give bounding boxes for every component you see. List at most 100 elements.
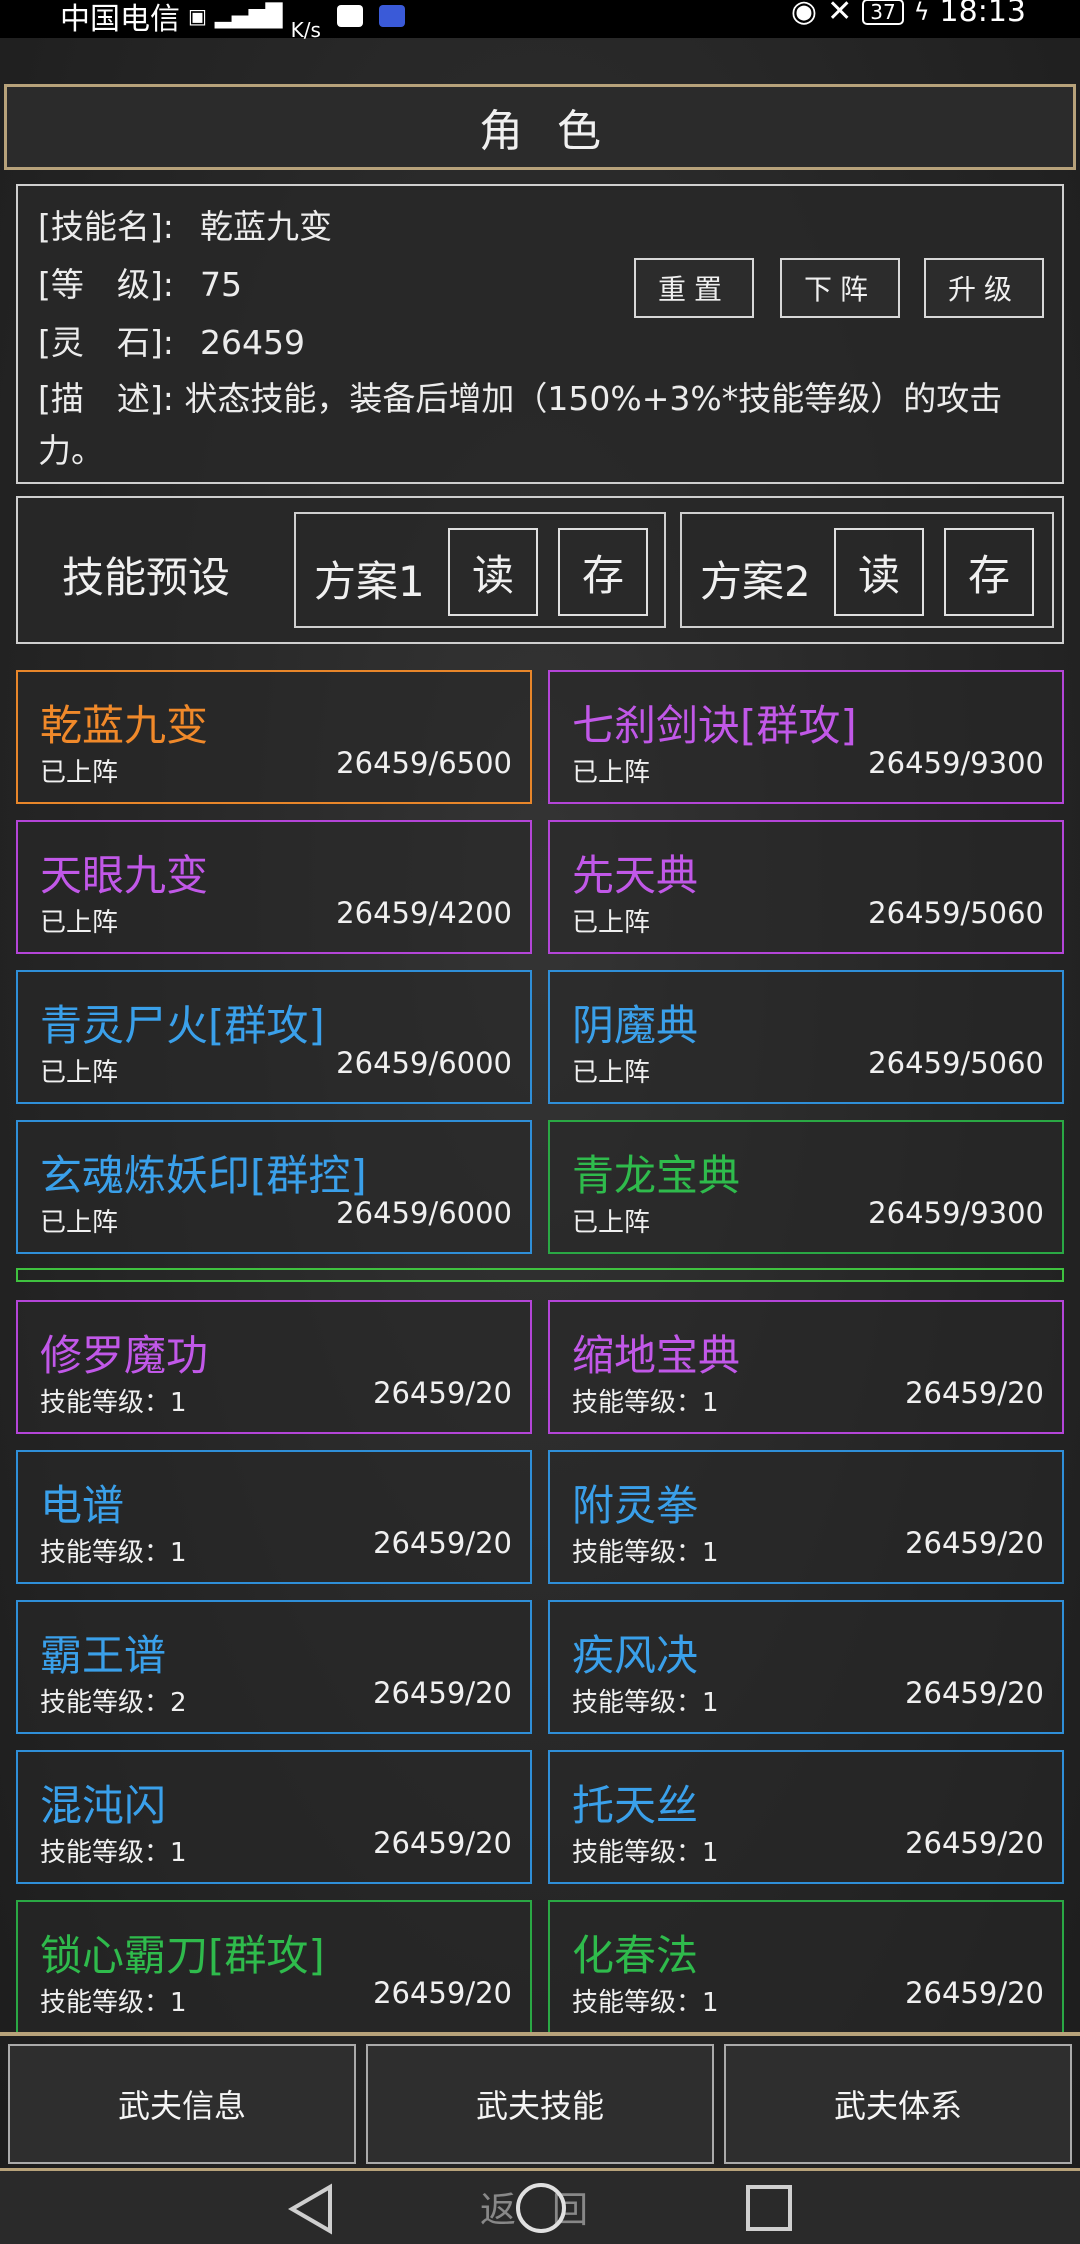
skill-card-status: 技能等级：2 [40,1688,187,1718]
skill-card[interactable]: 玄魂炼妖印[群控] 已上阵 26459/6000 [16,1120,532,1254]
home-circle-icon[interactable] [514,2181,568,2235]
spirit-stone-row: [灵 石]: 26459 [38,316,305,364]
clock-text: 18:13 [939,0,1026,29]
skill-card-name: 修罗魔功 [40,1331,209,1380]
skill-card-status: 已上阵 [572,758,651,788]
skill-card-cost: 26459/9300 [868,746,1044,780]
eye-icon: ◉ [790,0,818,29]
skill-card-status: 技能等级：1 [572,1538,719,1568]
preset-plan-2-save-button[interactable]: 存 [944,528,1034,616]
skill-card-name: 混沌闪 [40,1781,167,1830]
tab-warrior-info[interactable]: 武夫信息 [8,2044,356,2164]
skill-presets-panel: 技能预设 方案1 读 存 方案2 读 存 [16,496,1064,644]
skill-card-cost: 26459/4200 [336,896,512,930]
skill-card[interactable]: 化春法 技能等级：1 26459/20 [548,1900,1064,2034]
skill-card[interactable]: 阴魔典已上阵 26459/5060 [548,970,1064,1104]
preset-plan-2-name: 方案2 [700,557,811,606]
preset-plan-1: 方案1 读 存 [294,512,666,628]
skill-card-status: 已上阵 [572,908,651,938]
skill-card-name: 锁心霸刀[群攻] [40,1931,325,1980]
skill-card-cost: 26459/6000 [336,1196,512,1230]
skill-card-name: 玄魂炼妖印[群控] [40,1151,367,1200]
app-notification-icon [378,5,405,27]
mute-icon: ✕ [827,0,853,29]
skill-card-name: 七刹剑诀[群攻] [572,701,857,750]
game-screen: 中国电信 ▣ ▂▄▆█ K/s ◉ ✕ 37 ϟ 18:13 角色 [技能名]:… [0,0,1080,2244]
back-triangle-icon[interactable] [286,2183,336,2235]
skill-card-name: 缩地宝典 [572,1331,741,1380]
skill-card[interactable]: 托天丝 技能等级：1 26459/20 [548,1750,1064,1884]
skill-card-status: 已上阵 [572,1058,651,1088]
skill-description: [描 述]: 状态技能，装备后增加（150%+3%*技能等级）的攻击力。 [38,373,1048,477]
preset-plan-2-read-button[interactable]: 读 [834,528,924,616]
skill-level-value: 75 [200,265,242,304]
frame-edge [0,2032,1080,2036]
carrier-text: 中国电信 [60,2,180,37]
skill-card[interactable]: 修罗魔功技能等级：1 26459/20 [16,1300,532,1434]
skill-card-status: 已上阵 [40,908,119,938]
skill-card-cost: 26459/5060 [868,1046,1044,1080]
skill-card[interactable]: 天眼九变 已上阵 26459/4200 [16,820,532,954]
skill-card-status: 技能等级：1 [572,1388,719,1418]
skill-card-name: 阴魔典 [572,1001,699,1050]
skill-card-name: 先天典 [572,851,699,900]
skill-card[interactable]: 乾蓝九变已上阵 26459/6500 [16,670,532,804]
skill-card[interactable]: 疾风决 技能等级：1 26459/20 [548,1600,1064,1734]
preset-plan-1-save-button[interactable]: 存 [558,528,648,616]
skill-card[interactable]: 七刹剑诀[群攻] 已上阵 26459/9300 [548,670,1064,804]
skill-card[interactable]: 电谱 技能等级：1 26459/20 [16,1450,532,1584]
skill-card[interactable]: 青灵尸火[群攻] 已上阵 26459/6000 [16,970,532,1104]
skill-card-status: 已上阵 [40,758,119,788]
hd-icon: ▣ [188,4,207,28]
skill-card-name: 乾蓝九变 [40,701,209,750]
page-title: 角色 [479,106,635,157]
presets-title: 技能预设 [62,553,231,602]
skill-card-status: 技能等级：1 [40,1838,187,1868]
reset-button[interactable]: 重置 [634,258,754,318]
skill-name-row: [技能名]: 乾蓝九变 [38,200,332,248]
skill-desc-value: 状态技能，装备后增加（150%+3%*技能等级）的攻击力。 [38,379,1003,470]
skill-card-name: 疾风决 [572,1631,699,1680]
skill-card-status: 已上阵 [40,1058,119,1088]
skill-card-name: 电谱 [40,1481,125,1530]
skill-card[interactable]: 附灵拳 技能等级：1 26459/20 [548,1450,1064,1584]
skill-card-status: 技能等级：1 [40,1388,187,1418]
skill-card-name: 托天丝 [572,1781,699,1830]
skill-card-name: 青灵尸火[群攻] [40,1001,325,1050]
skill-level-label: [等 级]: [38,265,174,304]
spirit-stone-label: [灵 石]: [38,323,174,362]
upgrade-button[interactable]: 升级 [924,258,1044,318]
skill-card[interactable]: 锁心霸刀[群攻] 技能等级：1 26459/20 [16,1900,532,2034]
skill-card[interactable]: 霸王谱技能等级：2 26459/20 [16,1600,532,1734]
tab-warrior-skills[interactable]: 武夫技能 [366,2044,714,2164]
skill-card-cost: 26459/20 [373,1376,512,1410]
skill-card-status: 技能等级：1 [40,1988,187,2018]
tab-warrior-system[interactable]: 武夫体系 [724,2044,1072,2164]
status-left: 中国电信 ▣ ▂▄▆█ K/s [60,0,405,42]
skill-card-cost: 26459/20 [373,1826,512,1860]
title-bar: 角色 [4,84,1076,170]
skill-info-panel: [技能名]: 乾蓝九变 [等 级]: 75 [灵 石]: 26459 [描 述]: 状… [16,184,1064,484]
skill-card-status: 技能等级：1 [40,1538,187,1568]
charging-icon: ϟ [913,0,930,26]
skill-card-cost: 26459/20 [373,1676,512,1710]
skill-card-name: 霸王谱 [40,1631,167,1680]
skill-card-cost: 26459/20 [905,1376,1044,1410]
skill-card[interactable]: 混沌闪技能等级：1 26459/20 [16,1750,532,1884]
network-speed-unit: K/s [290,18,321,42]
skill-card-status: 已上阵 [40,1208,119,1238]
skill-card-cost: 26459/6500 [336,746,512,780]
skill-card-status: 技能等级：1 [572,1688,719,1718]
skill-card-status: 技能等级：1 [572,1838,719,1868]
recent-apps-square-icon[interactable] [744,2183,794,2233]
unequip-button[interactable]: 下阵 [780,258,900,318]
skill-card-status: 技能等级：1 [572,1988,719,2018]
skill-card[interactable]: 青龙宝典 已上阵 26459/9300 [548,1120,1064,1254]
skill-desc-label: [描 述]: [38,379,174,418]
skill-card-cost: 26459/20 [905,1976,1044,2010]
preset-plan-1-name: 方案1 [314,557,425,606]
skill-card[interactable]: 缩地宝典技能等级：1 26459/20 [548,1300,1064,1434]
battery-icon: 37 [862,0,904,25]
preset-plan-1-read-button[interactable]: 读 [448,528,538,616]
skill-card[interactable]: 先天典 已上阵 26459/5060 [548,820,1064,954]
